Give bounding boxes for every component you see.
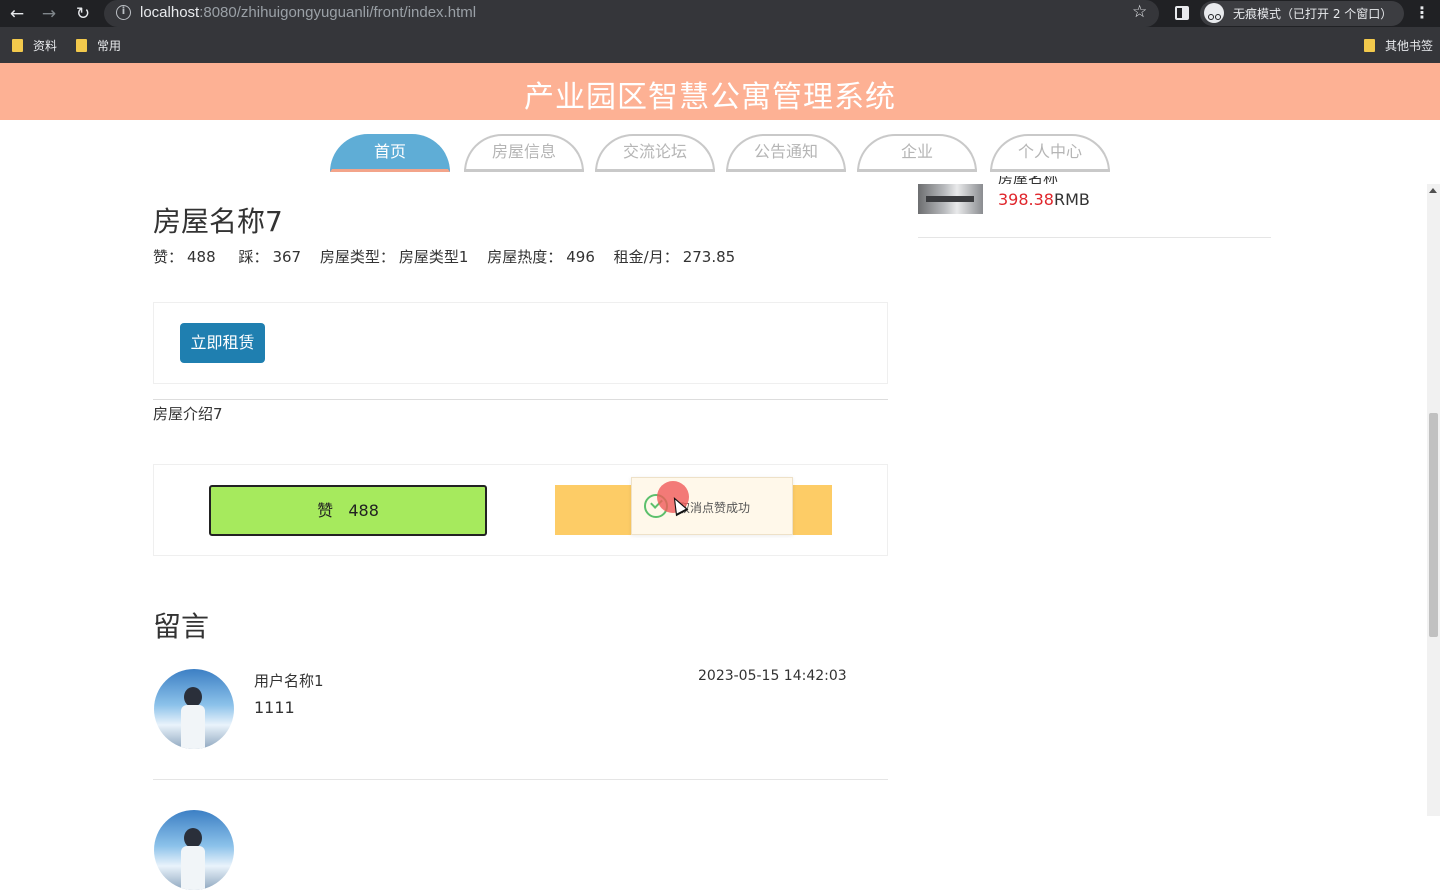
heat-value: 496 [566, 248, 595, 266]
side-panel-icon[interactable] [1175, 6, 1189, 20]
folder-icon [76, 39, 87, 52]
site-info-icon[interactable]: i [116, 5, 131, 20]
divider [153, 779, 888, 780]
rent-label: 租金/月： [613, 248, 679, 266]
comment-time: 2023-05-15 14:42:03 [698, 668, 847, 684]
url-text: localhost:8080/zhihuigongyuguanli/front/… [140, 4, 477, 21]
avatar [154, 669, 234, 749]
house-thumbnail[interactable] [918, 184, 983, 214]
incognito-badge[interactable]: 无痕模式（已打开 2 个窗口） [1200, 1, 1404, 26]
like-label: 赞： [153, 248, 184, 266]
dislike-label: 踩： [238, 248, 269, 266]
like-value: 488 [187, 248, 216, 266]
type-value: 房屋类型1 [398, 248, 469, 266]
heat-label: 房屋热度： [487, 248, 563, 266]
action-box: 立即租赁 [153, 302, 888, 384]
comment-text: 1111 [254, 698, 295, 717]
forward-icon[interactable]: → [38, 3, 60, 25]
bookmark-folder-1[interactable]: 资料 [12, 37, 57, 53]
comments-title: 留言 [153, 610, 210, 643]
house-title: 房屋名称7 [153, 205, 283, 238]
rent-value: 273.85 [682, 248, 736, 266]
folder-icon [1364, 39, 1375, 52]
dislike-value: 367 [272, 248, 302, 266]
bookmark-folder-2[interactable]: 常用 [76, 37, 121, 53]
tab-home[interactable]: 首页 [330, 134, 450, 172]
other-bookmarks[interactable]: 其他书签 [1364, 37, 1433, 53]
tab-notice[interactable]: 公告通知 [726, 134, 846, 172]
divider [153, 399, 888, 400]
like-button[interactable]: 赞 488 [209, 485, 487, 536]
scrollbar-thumb[interactable] [1429, 413, 1438, 637]
house-intro: 房屋介绍7 [153, 405, 223, 423]
bookmark-star-icon[interactable]: ☆ [1132, 2, 1147, 22]
comment-user: 用户名称1 [254, 672, 324, 690]
avatar [154, 810, 234, 890]
tab-forum[interactable]: 交流论坛 [595, 134, 715, 172]
recommend-price: 398.38RMB [998, 190, 1090, 209]
rent-now-button[interactable]: 立即租赁 [180, 323, 265, 363]
tab-house-info[interactable]: 房屋信息 [464, 134, 584, 172]
house-stats: 赞： 488 踩： 367 房屋类型： 房屋类型1 房屋热度： 496 租金/月： 273… [153, 246, 739, 267]
browser-menu-icon[interactable]: ⋮ [1414, 3, 1430, 22]
toast-message: 取消点赞成功 [631, 477, 793, 535]
toast-text: 取消点赞成功 [678, 501, 751, 515]
address-bar[interactable]: i localhost:8080/zhihuigongyuguanli/fron… [104, 0, 1159, 27]
browser-toolbar: ← → ↻ i localhost:8080/zhihuigongyuguanl… [0, 0, 1440, 27]
type-label: 房屋类型： [319, 248, 395, 266]
reload-icon[interactable]: ↻ [72, 3, 94, 25]
folder-icon [12, 39, 23, 52]
incognito-icon [1204, 3, 1224, 23]
main-nav: 首页 房屋信息 交流论坛 公告通知 企业 个人中心 [0, 120, 1440, 180]
divider [918, 237, 1271, 238]
recommend-house-name[interactable]: 房屋名称 [998, 176, 1078, 184]
tab-company[interactable]: 企业 [857, 134, 977, 172]
site-title: 产业园区智慧公寓管理系统 [524, 80, 896, 115]
site-header: 产业园区智慧公寓管理系统 [0, 63, 1440, 120]
scroll-up-arrow-icon[interactable] [1429, 188, 1437, 193]
back-icon[interactable]: ← [6, 3, 28, 25]
incognito-label: 无痕模式（已打开 2 个窗口） [1233, 7, 1393, 21]
bookmarks-bar: 资料 常用 其他书签 [0, 27, 1440, 63]
tab-personal-center[interactable]: 个人中心 [990, 134, 1110, 172]
